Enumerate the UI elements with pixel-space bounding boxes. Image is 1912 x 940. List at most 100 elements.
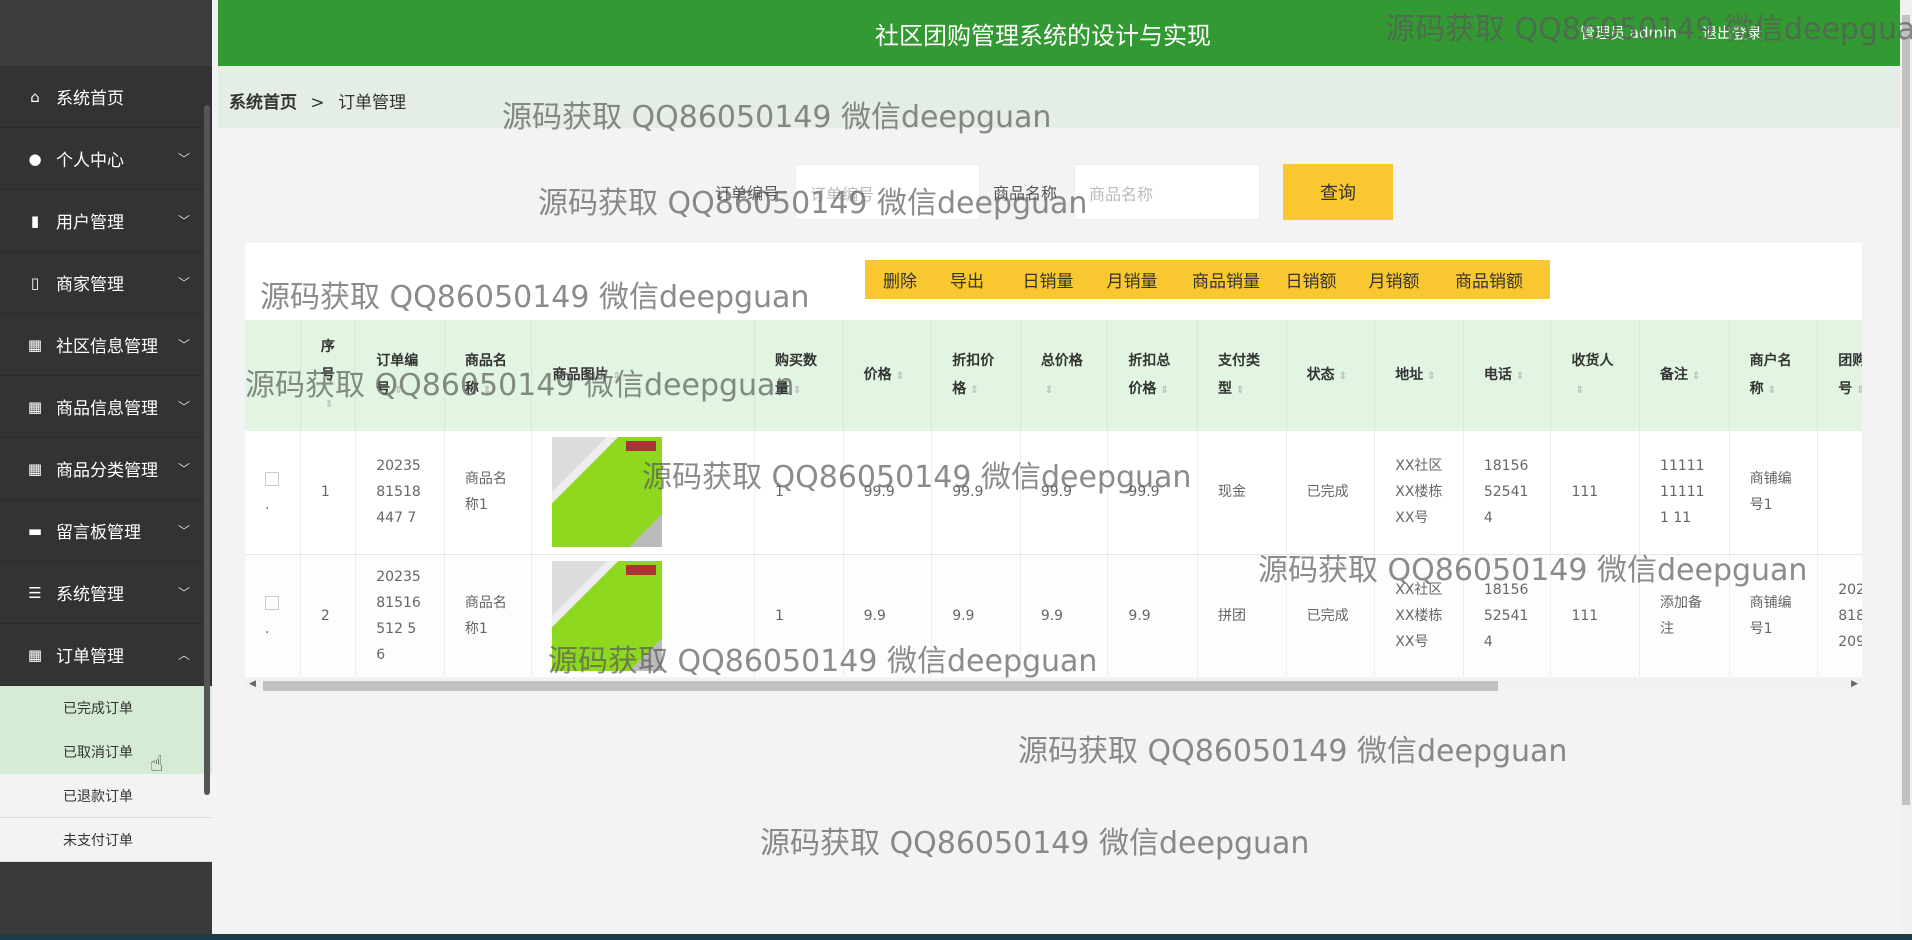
table-cell: 9.9 xyxy=(1020,554,1108,677)
sort-icon[interactable]: ⇕ xyxy=(1160,385,1168,396)
column-header[interactable]: 支付类型⇕ xyxy=(1198,320,1287,431)
table-cell: 添加备注 xyxy=(1640,554,1730,677)
column-header[interactable]: 状态⇕ xyxy=(1286,320,1375,431)
query-button[interactable]: 查询 xyxy=(1283,164,1393,220)
sidebar-item-4[interactable]: ▦社区信息管理﹀ xyxy=(0,314,212,376)
sort-icon[interactable]: ⇕ xyxy=(1516,371,1524,382)
table-row: .12023581518447 7商品名称1199.999.999.999.9现… xyxy=(245,431,1862,554)
submenu-item-3[interactable]: 未支付订单 xyxy=(0,818,212,862)
user-label: 管理员 admin xyxy=(1580,22,1677,43)
column-header[interactable]: 收货人⇕ xyxy=(1551,320,1640,431)
sort-icon[interactable]: ⇕ xyxy=(1427,371,1435,382)
breadcrumb: 系统首页 > 订单管理 xyxy=(218,66,1900,128)
logout-link[interactable]: 退出登录 xyxy=(1702,22,1762,43)
grid-icon: ▦ xyxy=(26,646,44,664)
table-cell: 111 xyxy=(1551,554,1640,677)
column-header xyxy=(245,320,300,431)
table-cell: 商铺编号1 xyxy=(1729,431,1818,554)
toolbar-button-1[interactable]: 导出 xyxy=(932,260,1002,299)
sidebar-item-5[interactable]: ▦商品信息管理﹀ xyxy=(0,376,212,438)
horizontal-scrollbar[interactable]: ◀▶ xyxy=(245,678,1862,694)
chevron-icon: ﹀ xyxy=(178,212,190,229)
sidebar-item-8[interactable]: ☰系统管理﹀ xyxy=(0,562,212,624)
sidebar-item-6[interactable]: ▦商品分类管理﹀ xyxy=(0,438,212,500)
chevron-icon: ︿ xyxy=(178,646,190,663)
product-name-input[interactable]: 商品名称 xyxy=(1074,164,1260,220)
chevron-icon: ﹀ xyxy=(178,274,190,291)
clipboard-icon: ▯ xyxy=(26,274,44,292)
sort-icon[interactable]: ⇕ xyxy=(1856,385,1862,396)
table-row: .22023581516512 56商品名称119.99.99.99.9拼团已完… xyxy=(245,554,1862,677)
product-image xyxy=(552,561,662,671)
sort-icon[interactable]: ⇕ xyxy=(970,385,978,396)
sort-icon[interactable]: ⇕ xyxy=(1768,385,1776,396)
table-cell: 1 xyxy=(754,554,843,677)
order-number-input[interactable]: 订单编号 xyxy=(795,164,980,220)
watermark: 源码获取 QQ86050149 微信deepguan xyxy=(760,818,1309,862)
sidebar-item-7[interactable]: ▬留言板管理﹀ xyxy=(0,500,212,562)
sidebar-item-label: 系统管理 xyxy=(56,580,124,605)
column-header[interactable]: 折扣价格⇕ xyxy=(932,320,1021,431)
row-checkbox[interactable] xyxy=(265,472,279,486)
sidebar-item-0[interactable]: ⌂系统首页 xyxy=(0,66,212,128)
column-header[interactable]: 团购编号⇕ xyxy=(1818,320,1862,431)
sidebar-item-label: 商品信息管理 xyxy=(56,394,158,419)
sort-icon[interactable]: ⇕ xyxy=(394,385,402,396)
table-cell: XX社区XX楼栋XX号 xyxy=(1375,554,1464,677)
sidebar-scrollbar[interactable] xyxy=(204,105,210,795)
table-cell: 99.9 xyxy=(843,431,932,554)
column-header[interactable]: 商户名称⇕ xyxy=(1729,320,1818,431)
table-cell: 18156525414 xyxy=(1463,431,1551,554)
submenu-item-1[interactable]: 已取消订单 xyxy=(0,730,212,774)
table-cell: XX社区XX楼栋XX号 xyxy=(1375,431,1464,554)
column-header[interactable]: 购买数量⇕ xyxy=(754,320,843,431)
column-header[interactable]: 折扣总价格⇕ xyxy=(1108,320,1198,431)
orders-table: 序号⇕订单编号⇕商品名称⇕商品图片⇕购买数量⇕价格⇕折扣价格⇕总价格⇕折扣总价格… xyxy=(245,320,1862,677)
column-header[interactable]: 序号⇕ xyxy=(300,320,355,431)
table-cell: 商铺编号1 xyxy=(1729,554,1818,677)
column-header[interactable]: 备注⇕ xyxy=(1640,320,1730,431)
column-header[interactable]: 价格⇕ xyxy=(843,320,932,431)
sort-icon[interactable]: ⇕ xyxy=(612,371,620,382)
column-header[interactable]: 商品名称⇕ xyxy=(444,320,532,431)
sort-icon[interactable]: ⇕ xyxy=(1692,371,1700,382)
table-cell: 2 xyxy=(300,554,355,677)
breadcrumb-home[interactable]: 系统首页 xyxy=(229,93,297,113)
sidebar-item-3[interactable]: ▯ 商家管理 ﹀ xyxy=(0,252,212,314)
sidebar-item-1[interactable]: ●个人中心﹀ xyxy=(0,128,212,190)
sort-icon[interactable]: ⇕ xyxy=(483,385,491,396)
book-icon: ▮ xyxy=(26,212,44,230)
sort-icon[interactable]: ⇕ xyxy=(896,371,904,382)
sort-icon[interactable]: ⇕ xyxy=(1575,385,1583,396)
user-icon: ● xyxy=(26,150,44,168)
column-header[interactable]: 订单编号⇕ xyxy=(356,320,445,431)
sort-icon[interactable]: ⇕ xyxy=(1045,385,1053,396)
submenu-item-0[interactable]: 已完成订单 xyxy=(0,686,212,730)
sort-icon[interactable]: ⇕ xyxy=(793,385,801,396)
sort-icon[interactable]: ⇕ xyxy=(1339,371,1347,382)
app-title: 社区团购管理系统的设计与实现 xyxy=(875,16,1211,51)
sidebar-item-9[interactable]: ▦订单管理︿ xyxy=(0,624,212,686)
message-icon: ▬ xyxy=(26,522,44,540)
grid-icon: ▦ xyxy=(26,460,44,478)
product-name-label: 商品名称 xyxy=(993,180,1057,204)
taskbar-strip xyxy=(0,934,1912,940)
vertical-scrollbar[interactable] xyxy=(1900,0,1912,934)
toolbar-button-0[interactable]: 删除 xyxy=(865,260,935,299)
column-header[interactable]: 地址⇕ xyxy=(1375,320,1464,431)
row-checkbox[interactable] xyxy=(265,596,279,610)
sort-icon[interactable]: ⇕ xyxy=(1236,385,1244,396)
column-header[interactable]: 总价格⇕ xyxy=(1020,320,1108,431)
column-header[interactable]: 电话⇕ xyxy=(1463,320,1551,431)
column-header[interactable]: 商品图片⇕ xyxy=(532,320,755,431)
sidebar-item-label: 商家管理 xyxy=(56,270,124,295)
chevron-icon: ﹀ xyxy=(178,336,190,353)
sidebar-item-2[interactable]: ▮用户管理﹀ xyxy=(0,190,212,252)
chevron-icon: ﹀ xyxy=(178,398,190,415)
home-icon: ⌂ xyxy=(26,88,44,106)
submenu-item-2[interactable]: 已退款订单 xyxy=(0,774,212,818)
product-image xyxy=(552,437,662,547)
sort-icon[interactable]: ⇕ xyxy=(325,399,333,410)
toolbar-button-7[interactable]: 商品销额 xyxy=(1428,260,1550,299)
breadcrumb-separator: > xyxy=(310,93,324,113)
